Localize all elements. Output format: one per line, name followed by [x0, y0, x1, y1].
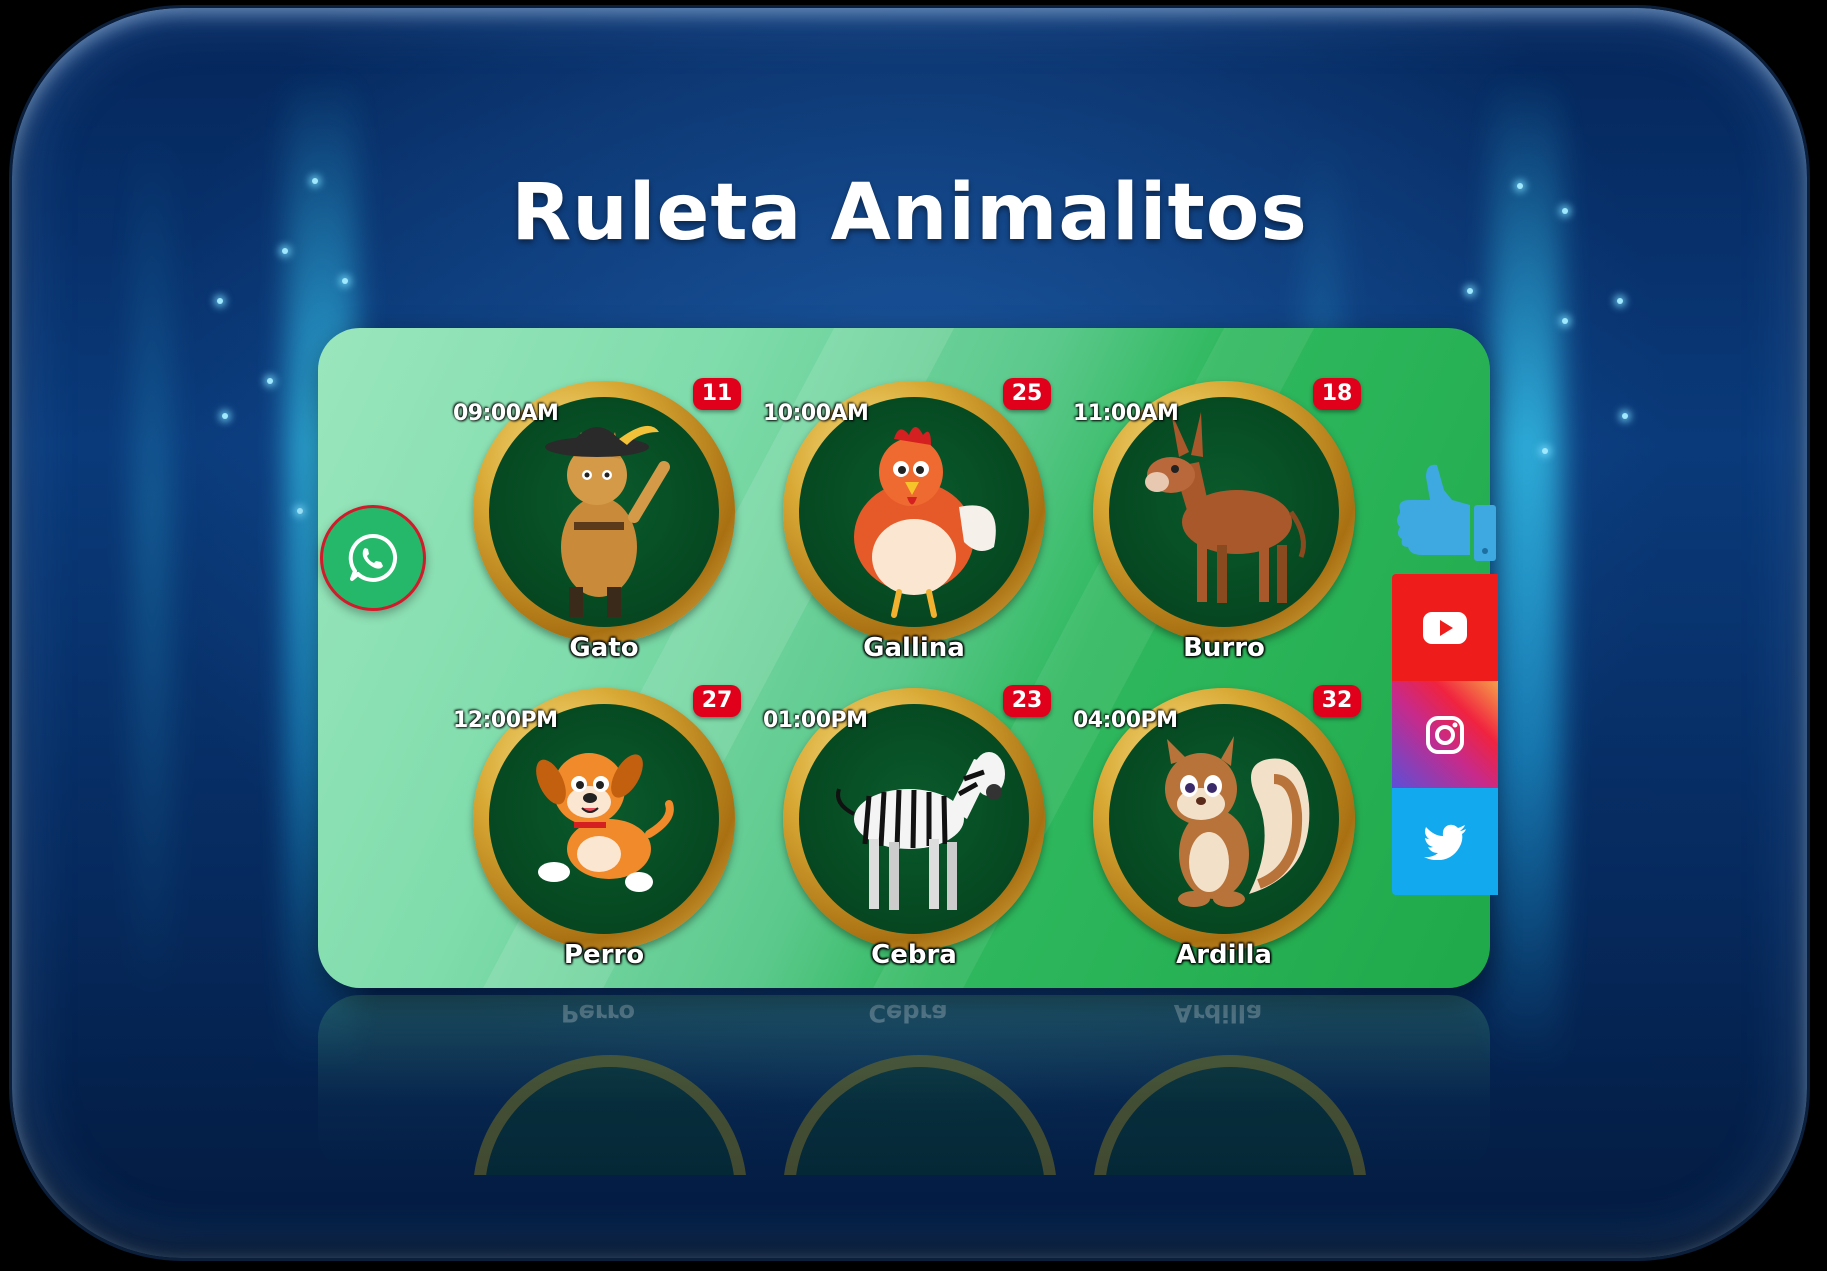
draw-time: 11:00AM: [1073, 401, 1179, 426]
draw-time: 10:00AM: [763, 401, 869, 426]
result-card[interactable]: 10:00AM 25 Gallina: [763, 373, 1051, 673]
thumbs-up-icon: [1397, 464, 1496, 561]
animal-name: Perro: [563, 940, 645, 970]
number-badge: 18: [1313, 378, 1361, 410]
results-panel: 09:00AM 11 Gato 10:00AM 25 Gallina 11:00…: [318, 328, 1490, 988]
instagram-icon: [1426, 715, 1464, 754]
whatsapp-button[interactable]: [320, 505, 426, 611]
animal-name: Gallina: [863, 633, 965, 663]
number-badge: 25: [1003, 378, 1051, 410]
dog-icon: [536, 753, 674, 892]
donkey-icon: [1145, 412, 1306, 603]
draw-time: 09:00AM: [453, 401, 559, 426]
sparkle: [297, 508, 303, 514]
panel-reflection: Perro Cebra Ardilla: [318, 995, 1490, 1175]
number-badge: 23: [1003, 685, 1051, 717]
reflection-label: Perro: [560, 999, 636, 1027]
sparkle: [217, 298, 223, 304]
cat-icon: [545, 425, 670, 617]
reflection-ring: [1093, 1055, 1367, 1175]
sparkle: [267, 378, 273, 384]
card-disc: [799, 397, 1029, 627]
reflection-label: Ardilla: [1173, 999, 1263, 1027]
number-badge: 32: [1313, 685, 1361, 717]
draw-time: 04:00PM: [1073, 708, 1178, 733]
result-card[interactable]: 01:00PM 23 Cebra: [763, 680, 1051, 980]
card-disc: [489, 397, 719, 627]
youtube-icon: [1423, 611, 1467, 644]
squirrel-icon: [1165, 736, 1310, 907]
instagram-button[interactable]: [1392, 681, 1498, 788]
result-card[interactable]: 09:00AM 11 Gato: [453, 373, 741, 673]
reflection-ring: [783, 1055, 1057, 1175]
sparkle: [1562, 318, 1568, 324]
result-card[interactable]: 12:00PM 27 Perro: [453, 680, 741, 980]
sparkle: [1467, 288, 1473, 294]
animal-name: Burro: [1183, 633, 1265, 663]
draw-time: 12:00PM: [453, 708, 558, 733]
page-title: Ruleta Animalitos: [511, 168, 1308, 258]
draw-time: 01:00PM: [763, 708, 868, 733]
whatsapp-icon: [348, 533, 398, 582]
twitter-icon: [1424, 824, 1466, 860]
sparkle: [342, 278, 348, 284]
card-disc: [489, 704, 719, 934]
number-badge: 11: [693, 378, 741, 410]
youtube-button[interactable]: [1392, 574, 1498, 681]
animal-name: Ardilla: [1176, 940, 1272, 970]
reflection-label: Cebra: [868, 999, 948, 1027]
result-card[interactable]: 04:00PM 32 Ardilla: [1073, 680, 1361, 980]
hen-icon: [854, 427, 996, 618]
sparkle: [1622, 413, 1628, 419]
result-card[interactable]: 11:00AM 18 Burro: [1073, 373, 1361, 673]
card-disc: [799, 704, 1029, 934]
number-badge: 27: [693, 685, 741, 717]
animal-name: Cebra: [871, 940, 957, 970]
card-disc: [1109, 397, 1339, 627]
like-button[interactable]: [1392, 455, 1500, 565]
twitter-button[interactable]: [1392, 788, 1498, 895]
card-disc: [1109, 704, 1339, 934]
zebra-icon: [836, 752, 1005, 910]
sparkle: [1542, 448, 1548, 454]
sparkle: [222, 413, 228, 419]
reflection-ring: [473, 1055, 747, 1175]
sparkle: [1617, 298, 1623, 304]
animal-name: Gato: [569, 633, 639, 663]
